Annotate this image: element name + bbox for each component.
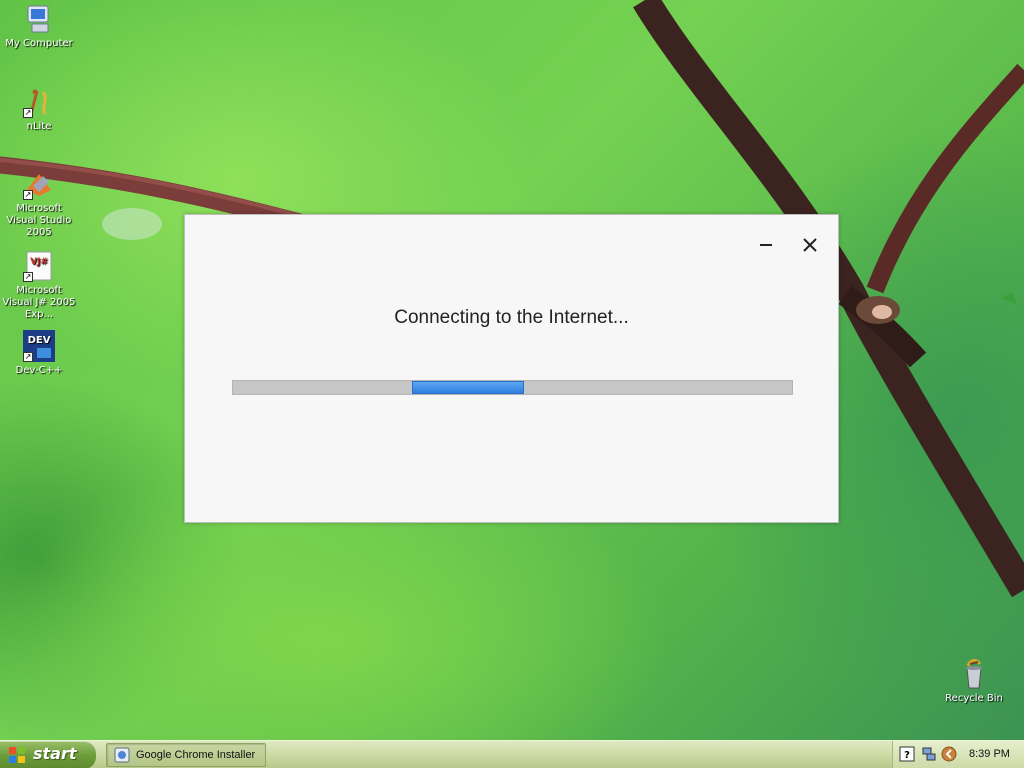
svg-text:?: ? (904, 750, 910, 761)
desktop-icon-label: Microsoft Visual Studio 2005 (6, 203, 72, 238)
recycle-bin-icon (958, 658, 990, 690)
visual-studio-icon: ↗ (23, 168, 55, 200)
taskbar-task-chrome-installer[interactable]: Google Chrome Installer (106, 743, 266, 767)
desktop-icon-recycle-bin[interactable]: Recycle Bin (935, 658, 1013, 705)
start-button[interactable]: start (0, 741, 96, 768)
desktop-icon-nlite[interactable]: ↗ nLite (0, 86, 78, 133)
dialog-status-text: Connecting to the Internet... (394, 307, 629, 328)
system-tray: ? 8:39 PM (892, 741, 1024, 768)
chrome-installer-icon (114, 747, 130, 763)
chevron-left-icon[interactable] (941, 746, 957, 762)
desktop-icon-label: Recycle Bin (945, 693, 1003, 704)
taskbar-task-label: Google Chrome Installer (136, 749, 256, 761)
desktop-icon-visual-studio[interactable]: ↗ Microsoft Visual Studio 2005 (0, 168, 78, 239)
tray-clock: 8:39 PM (969, 748, 1010, 760)
help-icon[interactable]: ? (899, 746, 915, 762)
windows-logo-icon (9, 747, 25, 763)
desktop-icon-label: Dev-C++ (15, 365, 63, 376)
nlite-icon: ↗ (23, 86, 55, 118)
my-computer-icon (23, 3, 55, 35)
taskbar: start Google Chrome Installer ? 8:39 PM (0, 740, 1024, 768)
dev-cpp-icon: DEV ↗ (23, 330, 55, 362)
chrome-installer-dialog: Connecting to the Internet... (184, 214, 839, 523)
visual-j-sharp-icon: VJ# ↗ (23, 250, 55, 282)
start-label: start (33, 744, 77, 763)
minimize-button[interactable] (755, 235, 777, 255)
desktop-icon-label: nLite (26, 121, 52, 132)
dev-icon-text: DEV (28, 335, 51, 346)
desktop-icon-dev-cpp[interactable]: DEV ↗ Dev-C++ (0, 330, 78, 377)
network-icon[interactable] (921, 746, 937, 762)
close-button[interactable] (799, 235, 821, 255)
close-icon (803, 238, 817, 252)
progress-bar-fill (412, 381, 524, 394)
desktop-icon-visual-j-sharp[interactable]: VJ# ↗ Microsoft Visual J# 2005 Exp... (0, 250, 78, 321)
vj-icon-text: VJ# (30, 257, 48, 267)
desktop-icon-my-computer[interactable]: My Computer (0, 3, 78, 50)
desktop-icon-label: My Computer (5, 38, 73, 49)
desktop-icon-label: Microsoft Visual J# 2005 Exp... (2, 285, 76, 320)
progress-bar (232, 380, 793, 395)
